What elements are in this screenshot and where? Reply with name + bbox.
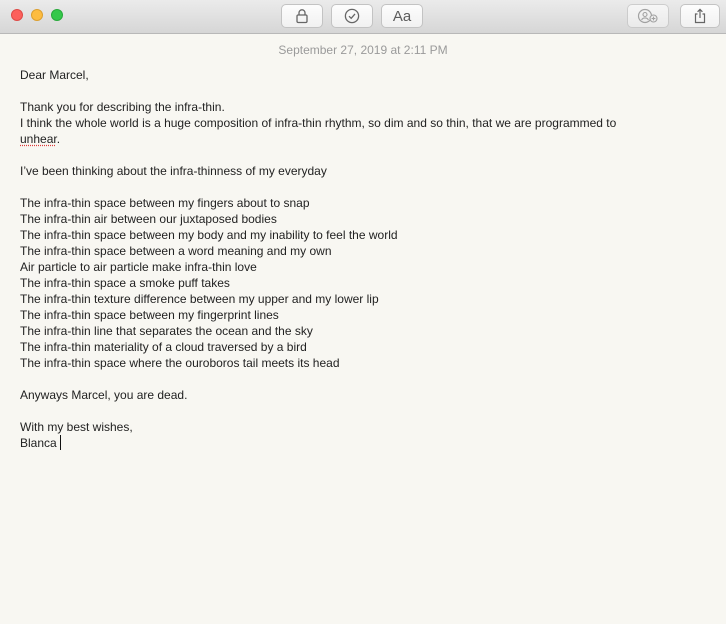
checkmark-circle-icon [344, 8, 360, 24]
poem-list: The infra-thin space between my fingers … [20, 195, 710, 371]
list-item: The infra-thin texture difference betwee… [20, 292, 379, 306]
zoom-window-button[interactable] [51, 9, 63, 21]
title-bar: Aa [0, 0, 726, 34]
minimize-window-button[interactable] [31, 9, 43, 21]
lock-icon [296, 9, 308, 24]
list-item: The infra-thin line that separates the o… [20, 324, 313, 338]
paragraph-text: . [56, 132, 61, 146]
list-item: The infra-thin space between a word mean… [20, 244, 332, 258]
list-item: The infra-thin space between my fingerpr… [20, 308, 279, 322]
list-item: The infra-thin space between my fingers … [20, 196, 310, 210]
list-item: The infra-thin space a smoke puff takes [20, 276, 230, 290]
paragraph-line: Thank you for describing the infra-thin. [20, 100, 225, 114]
signoff-line: With my best wishes, [20, 420, 133, 434]
list-item: Air particle to air particle make infra-… [20, 260, 257, 274]
format-button[interactable]: Aa [381, 4, 423, 28]
note-editor[interactable]: September 27, 2019 at 2:11 PM Dear Marce… [0, 35, 726, 624]
paragraph-line: I’ve been thinking about the infra-thinn… [20, 164, 327, 178]
text-cursor [59, 435, 61, 450]
paragraph-line: unhear. [20, 131, 710, 147]
lock-note-button[interactable] [281, 4, 323, 28]
list-item: The infra-thin space between my body and… [20, 228, 398, 242]
greeting-line: Dear Marcel, [20, 68, 89, 82]
closing-line: Anyways Marcel, you are dead. [20, 388, 188, 402]
add-people-icon [637, 8, 658, 24]
note-date: September 27, 2019 at 2:11 PM [278, 43, 448, 57]
share-icon [694, 8, 706, 24]
close-window-button[interactable] [11, 9, 23, 21]
share-button[interactable] [680, 4, 720, 28]
format-button-label: Aa [392, 7, 412, 25]
add-people-button[interactable] [627, 4, 669, 28]
signature-line: Blanca [20, 435, 710, 451]
paragraph-line: I think the whole world is a huge compos… [20, 116, 617, 130]
list-item: The infra-thin materiality of a cloud tr… [20, 340, 307, 354]
list-item: The infra-thin space where the ouroboros… [20, 356, 340, 370]
misspelled-word[interactable]: unhear [20, 132, 57, 146]
note-body[interactable]: Dear Marcel, Thank you for describing th… [20, 67, 710, 451]
signature-text: Blanca [20, 436, 57, 450]
checklist-button[interactable] [331, 4, 373, 28]
notes-window: Aa September 27, 2019 at 2:11 PM Dear Ma… [0, 0, 726, 624]
list-item: The infra-thin air between our juxtapose… [20, 212, 277, 226]
